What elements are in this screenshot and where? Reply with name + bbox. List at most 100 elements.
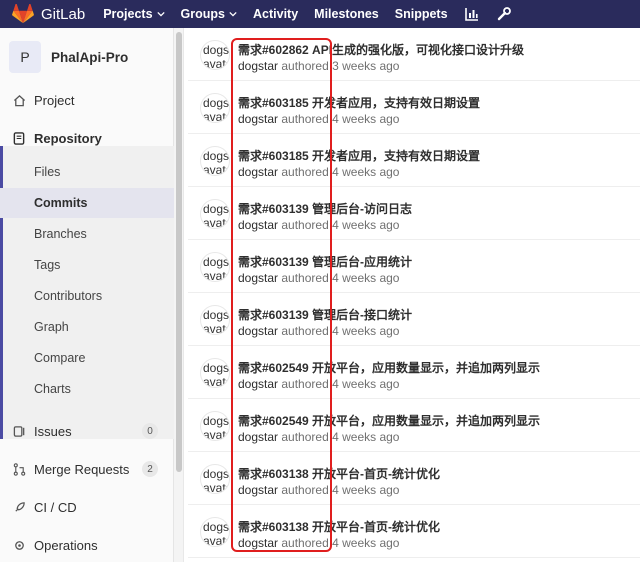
author-avatar[interactable]: dogs avata (200, 305, 230, 335)
commit-row[interactable]: dogs avata 需求#603138 开放平台-首页-统计优化 dogstar … (188, 505, 640, 558)
sidebar-scrollbar[interactable] (174, 28, 184, 562)
project-name: PhalApi-Pro (51, 49, 129, 65)
commit-title-link[interactable]: 需求#603139 管理后台-应用统计 (238, 253, 412, 270)
sidebar-item-ci-cd[interactable]: CI / CD (0, 489, 174, 525)
commit-time: 4 weeks ago (332, 271, 400, 285)
repo-sub-tags[interactable]: Tags (0, 250, 174, 280)
gitlab-logo-icon (12, 4, 34, 24)
commit-author-link[interactable]: dogstar (238, 112, 278, 126)
commit-title-link[interactable]: 需求#603138 开放平台-首页-统计优化 (238, 465, 440, 482)
commit-title-link[interactable]: 需求#602549 开放平台，应用数量显示，并追加两列显示 (238, 359, 540, 376)
commit-row[interactable]: dogs avata 需求#602549 开放平台，应用数量显示，并追加两列显示 d… (188, 346, 640, 399)
repo-sub-commits[interactable]: Commits (0, 188, 174, 218)
commit-author-link[interactable]: dogstar (238, 536, 278, 550)
repo-sub-branches[interactable]: Branches (0, 219, 174, 249)
wrench-icon[interactable] (496, 6, 512, 22)
chevron-down-icon (229, 11, 237, 17)
commit-action: authored (281, 430, 329, 444)
commit-title-link[interactable]: 需求#602862 API生成的强化版，可视化接口设计升级 (238, 41, 524, 58)
project-header[interactable]: P PhalApi-Pro (0, 28, 173, 86)
commit-author-link[interactable]: dogstar (238, 483, 278, 497)
sidebar-item-issues[interactable]: Issues 0 (0, 413, 174, 449)
author-avatar[interactable]: dogs avata (200, 252, 230, 282)
sidebar-item-label: Issues (34, 423, 72, 439)
nav-projects[interactable]: Projects (103, 7, 165, 21)
rocket-icon (12, 500, 26, 514)
brand-name: GitLab (41, 5, 86, 23)
chart-icon[interactable] (464, 6, 480, 22)
commit-row[interactable]: dogs avata 需求#603138 开放平台-首页-统计优化 dogstar … (188, 452, 640, 505)
cloud-gear-icon (12, 538, 26, 552)
commit-time: 4 weeks ago (332, 536, 400, 550)
author-avatar[interactable]: dogs avata (200, 93, 230, 123)
author-avatar[interactable]: dogs avata (200, 517, 230, 547)
commit-author-link[interactable]: dogstar (238, 430, 278, 444)
author-avatar[interactable]: dogs avata (200, 199, 230, 229)
commit-row[interactable]: dogs avata 需求#603139 管理后台-应用统计 dogstar aut… (188, 240, 640, 293)
commit-meta: dogstar authored 4 weeks ago (238, 218, 399, 232)
sidebar-item-project[interactable]: Project (0, 82, 174, 118)
commit-time: 4 weeks ago (332, 377, 400, 391)
repo-sub-contributors[interactable]: Contributors (0, 281, 174, 311)
nav-milestones[interactable]: Milestones (314, 7, 379, 21)
commit-meta: dogstar authored 4 weeks ago (238, 536, 399, 550)
sidebar-item-merge-requests[interactable]: Merge Requests 2 (0, 451, 174, 487)
author-avatar[interactable]: dogs avata (200, 146, 230, 176)
gitlab-brand[interactable]: GitLab (0, 0, 85, 28)
commit-author-link[interactable]: dogstar (238, 59, 278, 73)
nav-milestones-label: Milestones (314, 7, 379, 21)
nav-snippets[interactable]: Snippets (395, 7, 448, 21)
commit-author-link[interactable]: dogstar (238, 271, 278, 285)
commit-action: authored (281, 483, 329, 497)
repo-sub-files[interactable]: Files (0, 157, 174, 187)
nav-menu: Projects Groups Activity Milestones Snip… (103, 6, 527, 22)
project-sidebar: P PhalApi-Pro Project Repository Files C… (0, 28, 174, 562)
project-avatar: P (9, 41, 41, 73)
commit-title-link[interactable]: 需求#603139 管理后台-访问日志 (238, 200, 412, 217)
repo-sub-charts[interactable]: Charts (0, 374, 174, 404)
sidebar-item-label: Repository (34, 130, 102, 146)
nav-groups-label: Groups (180, 7, 225, 21)
commit-author-link[interactable]: dogstar (238, 165, 278, 179)
merge-request-icon (12, 462, 26, 476)
author-avatar[interactable]: dogs avata (200, 464, 230, 494)
nav-snippets-label: Snippets (394, 7, 448, 21)
top-navbar: GitLab Projects Groups Activity Mileston… (0, 0, 640, 28)
commit-action: authored (281, 536, 329, 550)
nav-activity-label: Activity (253, 7, 299, 21)
commit-row[interactable]: dogs avata 需求#603139 管理后台-接口统计 dogstar aut… (188, 293, 640, 346)
sidebar-scrollbar-thumb[interactable] (176, 32, 182, 472)
repo-sub-graph[interactable]: Graph (0, 312, 174, 342)
sidebar-item-operations[interactable]: Operations (0, 527, 174, 562)
commit-action: authored (281, 377, 329, 391)
commit-author-link[interactable]: dogstar (238, 218, 278, 232)
commit-title-link[interactable]: 需求#603185 开发者应用，支持有效日期设置 (238, 147, 480, 164)
nav-activity[interactable]: Activity (253, 7, 298, 21)
author-avatar[interactable]: dogs avata (200, 40, 230, 70)
commit-row[interactable]: dogs avata 需求#603185 开发者应用，支持有效日期设置 dogsta… (188, 134, 640, 187)
commit-title-link[interactable]: 需求#602549 开放平台，应用数量显示，并追加两列显示 (238, 412, 540, 429)
issues-count-badge: 0 (142, 423, 158, 439)
author-avatar[interactable]: dogs avata (200, 358, 230, 388)
commit-row[interactable]: dogs avata 需求#603185 开发者应用，支持有效日期设置 dogsta… (188, 81, 640, 134)
repo-sub-compare[interactable]: Compare (0, 343, 174, 373)
commit-author-link[interactable]: dogstar (238, 324, 278, 338)
commit-action: authored (281, 59, 329, 73)
commit-time: 4 weeks ago (332, 165, 400, 179)
commit-row[interactable]: dogs avata 需求#602862 API生成的强化版，可视化接口设计升级 d… (188, 28, 640, 81)
commit-title-link[interactable]: 需求#603185 开发者应用，支持有效日期设置 (238, 94, 480, 111)
commit-meta: dogstar authored 4 weeks ago (238, 483, 399, 497)
commit-meta: dogstar authored 4 weeks ago (238, 430, 399, 444)
commit-author-link[interactable]: dogstar (238, 377, 278, 391)
nav-groups[interactable]: Groups (181, 7, 237, 21)
commit-action: authored (281, 218, 329, 232)
author-avatar[interactable]: dogs avata (200, 411, 230, 441)
commit-title-link[interactable]: 需求#603139 管理后台-接口统计 (238, 306, 412, 323)
issues-icon (12, 424, 26, 438)
sidebar-item-repository[interactable]: Repository (0, 120, 174, 156)
commit-row[interactable]: dogs avata 需求#603139 管理后台-访问日志 dogstar aut… (188, 187, 640, 240)
commit-title-link[interactable]: 需求#603138 开放平台-首页-统计优化 (238, 518, 440, 535)
commit-time: 4 weeks ago (332, 483, 400, 497)
commit-row[interactable]: dogs avata 需求#602549 开放平台，应用数量显示，并追加两列显示 d… (188, 399, 640, 452)
chevron-down-icon (156, 11, 165, 17)
